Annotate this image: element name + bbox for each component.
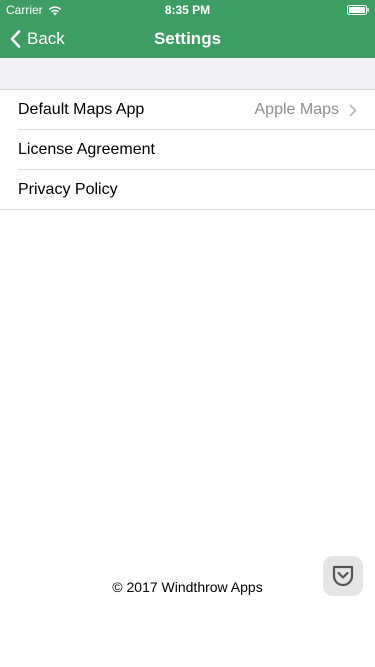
privacy-policy-row[interactable]: Privacy Policy [0, 170, 375, 210]
license-agreement-row[interactable]: License Agreement [0, 130, 375, 170]
row-value: Apple Maps [254, 101, 340, 118]
settings-content: Default Maps App Apple Maps License Agre… [0, 58, 375, 667]
battery-icon [347, 5, 369, 15]
overlay-badge[interactable] [323, 556, 363, 596]
page-title: Settings [153, 29, 222, 48]
row-label: Privacy Policy [18, 181, 118, 198]
row-label: License Agreement [18, 141, 155, 158]
section-header [0, 58, 375, 90]
row-label: Default Maps App [18, 101, 145, 118]
settings-list: Default Maps App Apple Maps License Agre… [0, 90, 375, 210]
status-bar: Carrier 8:35 PM [0, 0, 375, 20]
status-time: 8:35 PM [164, 3, 211, 17]
copyright-footer: © 2017 Windthrow Apps [112, 579, 263, 595]
pocket-icon [332, 565, 354, 587]
navigation-bar: Back Settings [0, 20, 375, 58]
default-maps-app-row[interactable]: Default Maps App Apple Maps [0, 90, 375, 130]
chevron-right-icon [349, 104, 357, 117]
